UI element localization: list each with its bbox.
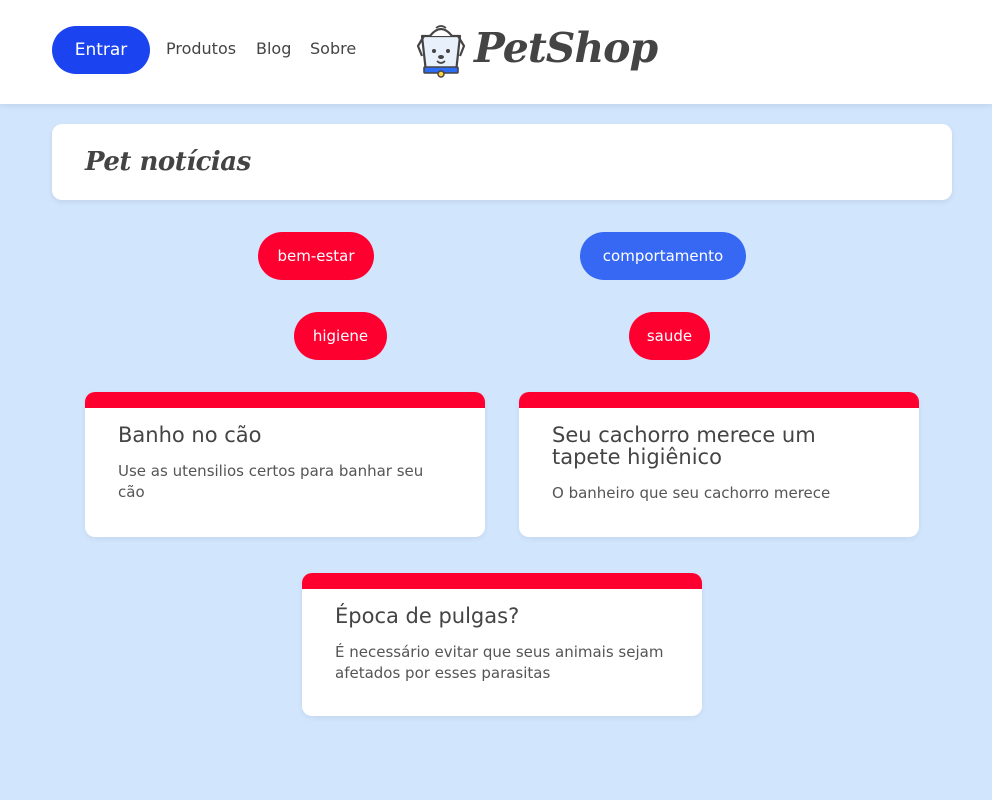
post-description: O banheiro que seu cachorro merece: [552, 484, 831, 502]
tag-saude[interactable]: saude: [629, 312, 710, 360]
post-card[interactable]: Seu cachorro merece um tapete higiênico …: [519, 392, 919, 537]
page-title-card: Pet notícias: [52, 124, 952, 200]
nav-link-blog[interactable]: Blog: [256, 38, 291, 60]
card-accent-bar: [519, 392, 919, 408]
dog-face-icon[interactable]: [416, 22, 466, 78]
site-header: Entrar Produtos Blog Sobre PetShop: [0, 0, 992, 104]
post-title: Seu cachorro merece um tapete higiênico: [552, 423, 816, 469]
tag-comportamento[interactable]: comportamento: [580, 232, 746, 280]
post-card[interactable]: Banho no cão Use as utensilios certos pa…: [85, 392, 485, 537]
post-description: É necessário evitar que seus animais sej…: [335, 643, 664, 682]
post-title: Banho no cão: [118, 423, 262, 447]
post-title: Época de pulgas?: [335, 604, 520, 628]
login-button[interactable]: Entrar: [52, 26, 150, 74]
nav-link-sobre[interactable]: Sobre: [310, 38, 356, 60]
page-title: Pet notícias: [85, 147, 251, 177]
post-description: Use as utensilios certos para banhar seu…: [118, 462, 424, 501]
nav-link-produtos[interactable]: Produtos: [166, 38, 236, 60]
tag-bem-estar[interactable]: bem-estar: [258, 232, 374, 280]
post-card[interactable]: Época de pulgas? É necessário evitar que…: [302, 573, 702, 716]
card-accent-bar: [85, 392, 485, 408]
tag-higiene[interactable]: higiene: [294, 312, 387, 360]
logo-text[interactable]: PetShop: [474, 20, 658, 76]
card-accent-bar: [302, 573, 702, 589]
